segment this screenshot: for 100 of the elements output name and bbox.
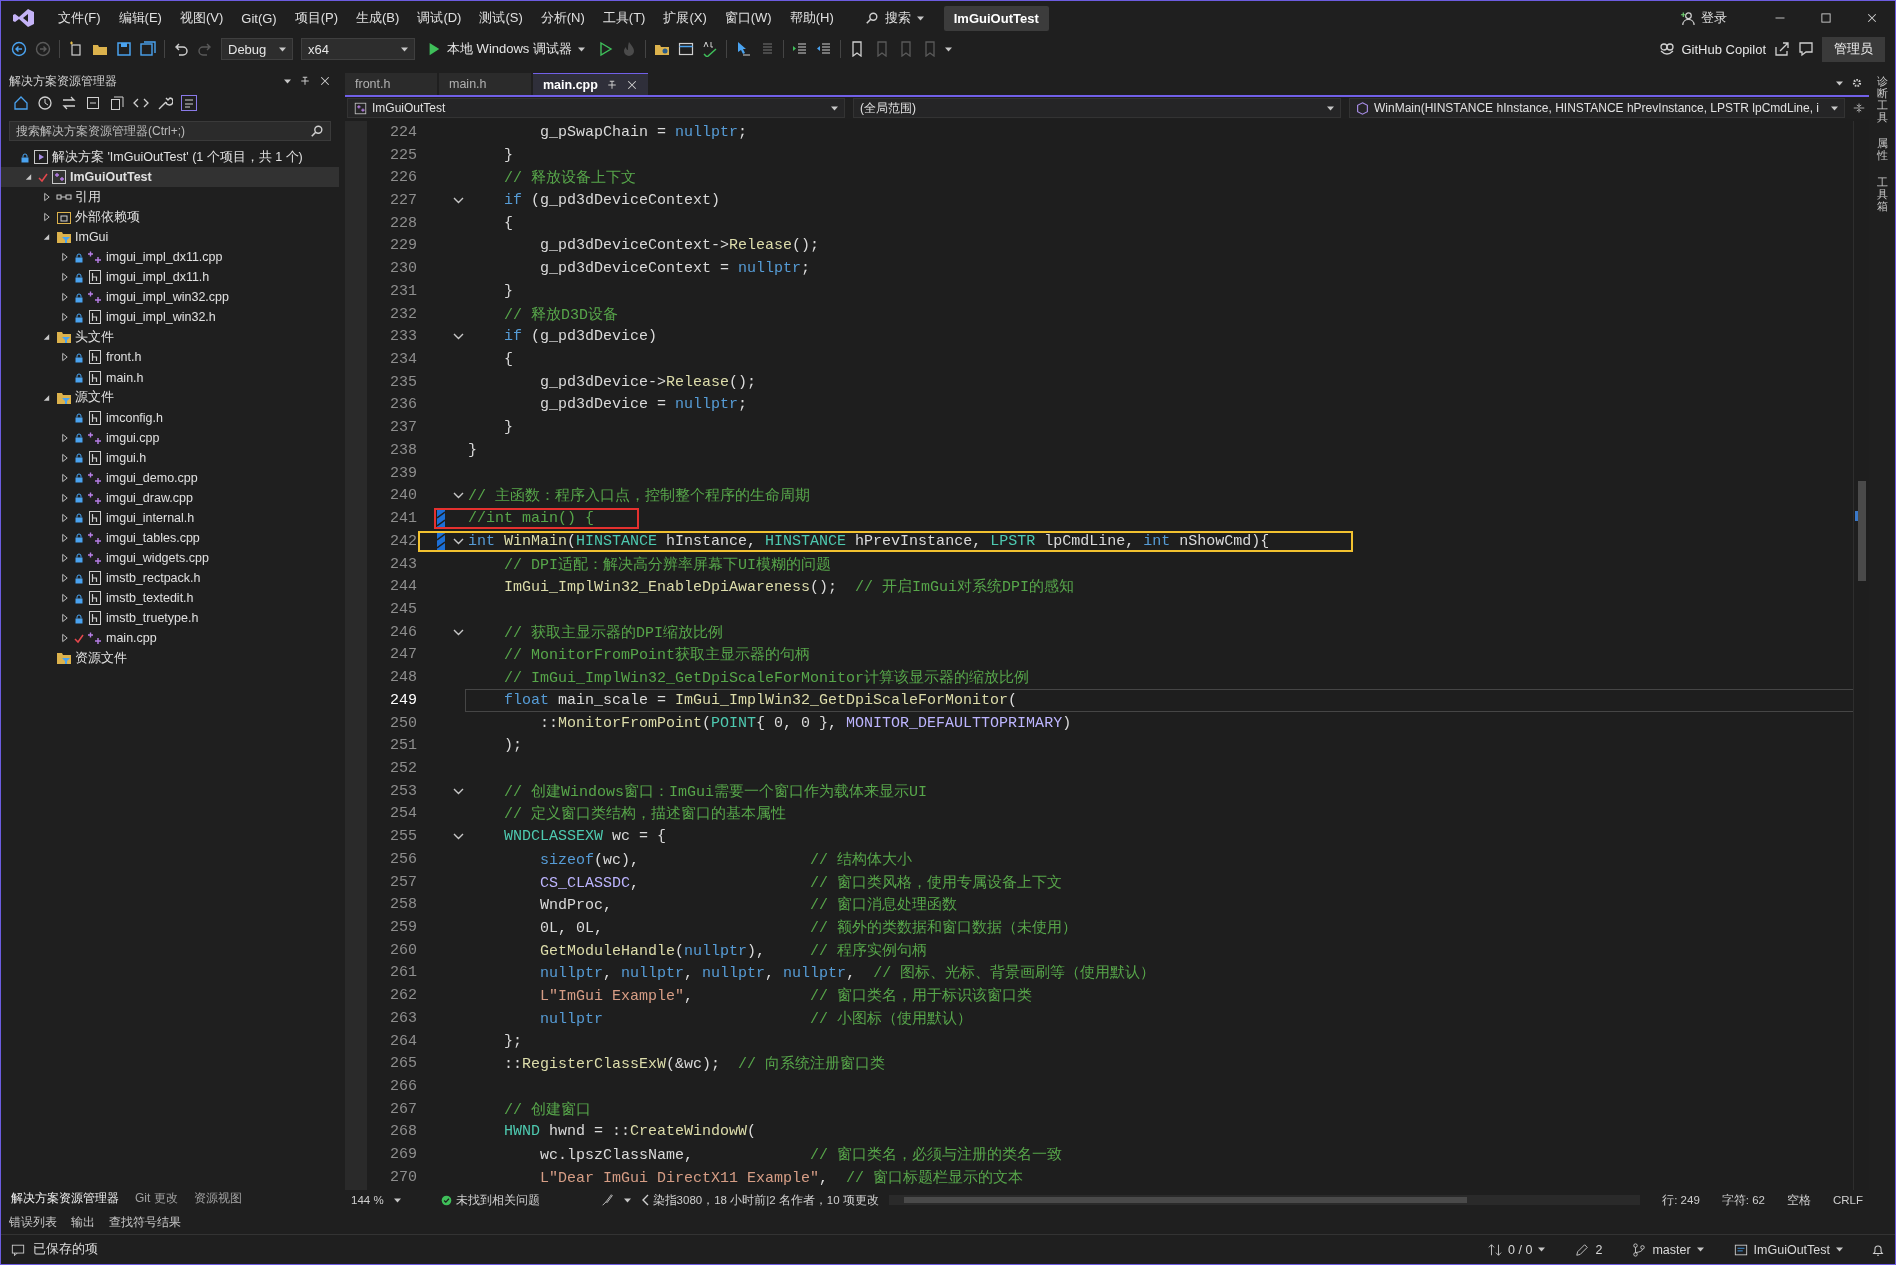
panel-tab[interactable]: 输出 [71, 1213, 95, 1231]
tree-item[interactable]: main.h [1, 367, 339, 388]
tree-item[interactable]: imgui_demo.cpp [1, 467, 339, 488]
issues-status[interactable]: 未找到相关问题 [440, 1192, 540, 1208]
pin-icon[interactable] [299, 75, 311, 87]
tool-window-tab[interactable]: 工具箱 [1876, 175, 1888, 212]
window-icon[interactable] [677, 41, 694, 57]
menu-item[interactable]: Git(G) [232, 7, 286, 29]
menu-item[interactable]: 文件(F) [49, 6, 110, 30]
caret-down-icon[interactable] [393, 1197, 401, 1203]
tree-item[interactable]: 头文件 [1, 327, 339, 348]
caret-down-icon[interactable] [1696, 1247, 1704, 1252]
start-debugging-button[interactable]: 本地 Windows 调试器 [423, 40, 589, 58]
collapsed-arrow-icon[interactable] [59, 552, 69, 563]
save-all-icon[interactable] [140, 41, 156, 57]
caret-down-icon[interactable] [577, 46, 585, 52]
whitespace-mode[interactable]: 空格 [1786, 1192, 1811, 1208]
home-icon[interactable] [13, 95, 29, 111]
settings-icon[interactable] [1851, 77, 1863, 89]
tree-item[interactable]: imstb_truetype.h [1, 608, 339, 629]
close-icon[interactable] [319, 75, 331, 87]
scroll-thumb[interactable] [903, 1197, 1468, 1203]
sign-in-button[interactable]: 登录 [1680, 9, 1727, 27]
zoom-level[interactable]: 144 % [351, 1194, 384, 1206]
blame-info[interactable]: 染指3080，18 小时前|2 名作者，10 项更改 [640, 1192, 879, 1208]
menu-item[interactable]: 调试(D) [408, 6, 471, 30]
changes-indicator[interactable]: 0 / 0 [1488, 1242, 1546, 1257]
history-icon[interactable] [37, 95, 53, 111]
pin-icon[interactable] [605, 78, 618, 91]
collapsed-arrow-icon[interactable] [59, 532, 69, 543]
feedback-icon[interactable] [1798, 41, 1814, 57]
tree-item[interactable]: imgui_internal.h [1, 507, 339, 528]
member-dropdown[interactable]: WinMain(HINSTANCE hInstance, HINSTANCE hPrevInstance, LPSTR lpCmdLine, i [1349, 98, 1845, 118]
caret-down-icon[interactable] [1538, 1247, 1546, 1252]
expanded-arrow-icon[interactable] [23, 172, 33, 183]
tree-item[interactable]: front.h [1, 347, 339, 368]
expanded-arrow-icon[interactable] [41, 232, 51, 243]
editor-tab[interactable]: main.cpp [533, 73, 648, 95]
save-icon[interactable] [116, 41, 132, 57]
collapsed-arrow-icon[interactable] [59, 633, 69, 644]
menu-item[interactable]: 项目(P) [285, 6, 348, 30]
copilot-button[interactable]: GitHub Copilot [1659, 41, 1766, 57]
collapsed-arrow-icon[interactable] [59, 573, 69, 583]
panel-tab[interactable]: 错误列表 [9, 1213, 57, 1231]
outdent-icon[interactable] [815, 41, 832, 57]
search-button[interactable]: 搜索 [856, 6, 932, 30]
indent-icon[interactable] [791, 41, 808, 57]
tree-item[interactable]: imgui_impl_win32.h [1, 307, 339, 328]
tool-window-tab[interactable]: 诊断工具 [1876, 75, 1888, 124]
collapsed-arrow-icon[interactable] [59, 292, 69, 303]
tree-item[interactable]: imgui_tables.cpp [1, 527, 339, 548]
tree-item[interactable]: imconfig.h [1, 407, 339, 428]
bell-icon[interactable] [1871, 1242, 1885, 1257]
search-icon[interactable] [864, 11, 879, 25]
collapsed-arrow-icon[interactable] [59, 312, 69, 323]
tree-item[interactable]: imgui.h [1, 447, 339, 468]
collapsed-arrow-icon[interactable] [59, 593, 69, 604]
collapsed-arrow-icon[interactable] [59, 252, 69, 263]
close-icon[interactable] [1866, 12, 1878, 24]
caret-down-icon[interactable] [831, 105, 838, 111]
caret-down-icon[interactable] [1327, 105, 1334, 111]
caret-down-icon[interactable] [401, 46, 408, 52]
collapsed-arrow-icon[interactable] [41, 192, 51, 203]
panel-tab[interactable]: 资源视图 [191, 1186, 244, 1210]
collapsed-arrow-icon[interactable] [59, 272, 69, 283]
brush-icon[interactable] [599, 1193, 614, 1207]
expanded-arrow-icon[interactable] [41, 332, 51, 343]
collapsed-arrow-icon[interactable] [59, 492, 69, 503]
menu-item[interactable]: 扩展(X) [654, 6, 716, 30]
editor-tab[interactable]: front.h [345, 73, 437, 95]
tree-item[interactable]: imgui_impl_win32.cpp [1, 287, 339, 308]
search-field[interactable]: 搜索解决方案资源管理器(Ctrl+;) [9, 121, 331, 141]
tree-item[interactable]: 资源文件 [1, 648, 339, 669]
tree-item[interactable]: 外部依赖项 [1, 207, 339, 228]
wrench-icon[interactable] [157, 95, 173, 111]
caret-down-icon[interactable] [1836, 80, 1843, 86]
copy-icon[interactable] [109, 95, 125, 111]
preview-icon[interactable] [181, 95, 197, 111]
cursor-line[interactable]: 行: 249 [1662, 1192, 1700, 1208]
tree-item[interactable]: imgui_widgets.cpp [1, 547, 339, 568]
collapsed-arrow-icon[interactable] [59, 472, 69, 483]
branch-button[interactable]: master [1632, 1242, 1704, 1257]
menu-item[interactable]: 编辑(E) [109, 6, 171, 30]
panel-tab[interactable]: 查找符号结果 [109, 1213, 181, 1231]
cursor-column[interactable]: 字符: 62 [1721, 1192, 1765, 1208]
tree-item[interactable]: ImGui [1, 227, 339, 248]
panel-tab[interactable]: 解决方案资源管理器 [9, 1186, 121, 1210]
platform-dropdown[interactable]: x64 [301, 38, 415, 60]
menu-item[interactable]: 生成(B) [347, 6, 409, 30]
tree-item[interactable]: imgui_impl_dx11.h [1, 267, 339, 288]
close-icon[interactable] [625, 78, 638, 91]
project-dropdown[interactable]: ImGuiOutTest [347, 98, 845, 118]
forward-icon[interactable] [35, 41, 51, 57]
tree-item[interactable]: imgui_impl_dx11.cpp [1, 247, 339, 268]
tree-item[interactable]: imgui_draw.cpp [1, 487, 339, 508]
collapsed-arrow-icon[interactable] [59, 352, 69, 363]
line-ending[interactable]: CRLF [1832, 1194, 1863, 1206]
menu-item[interactable]: 工具(T) [593, 6, 655, 30]
caret-down-icon[interactable] [623, 1197, 631, 1203]
editor-tab[interactable]: main.h [439, 73, 531, 95]
